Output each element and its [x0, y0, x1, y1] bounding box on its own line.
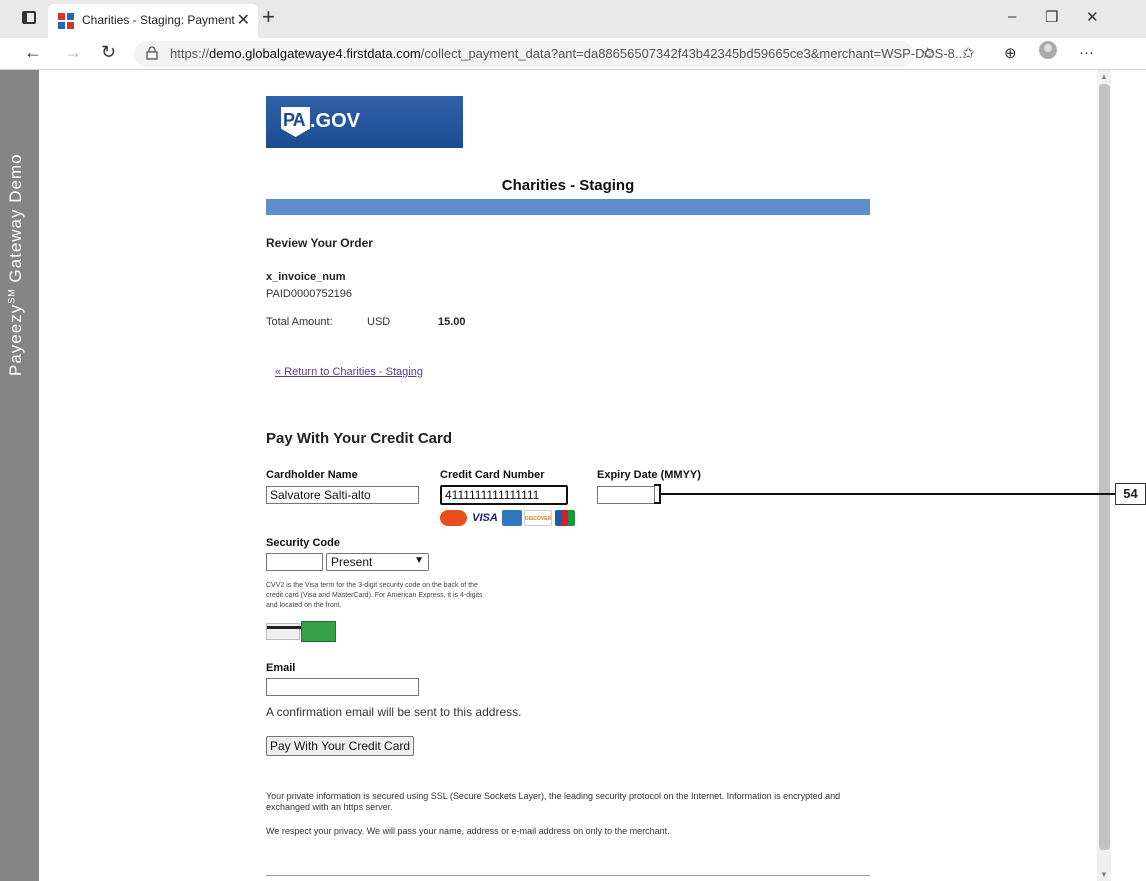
address-bar-row: ← → ↻ https://demo.globalgatewaye4.first…: [0, 38, 1146, 70]
close-window-button[interactable]: ✕: [1086, 8, 1099, 26]
tab-close-icon[interactable]: ✕: [237, 10, 250, 30]
security-code-label: Security Code: [266, 537, 340, 549]
total-value: 15.00: [438, 316, 466, 328]
security-presence-select[interactable]: Present ▼: [326, 553, 429, 571]
invoice-value: PAID0000752196: [266, 288, 353, 300]
lock-icon[interactable]: [146, 46, 158, 60]
back-button[interactable]: ←: [24, 42, 42, 63]
favorites-icon[interactable]: ✩: [962, 44, 975, 62]
add-favorite-icon[interactable]: ☆: [921, 44, 934, 62]
pa-gov-logo: PA .GOV: [266, 96, 463, 148]
privacy-merchant-text: We respect your privacy. We will pass yo…: [266, 826, 670, 836]
logo-gov-text: .GOV: [310, 110, 361, 132]
annotation-line: [661, 493, 1115, 495]
rail-title: PayeezySM Gateway Demo: [6, 153, 25, 376]
card-back-image: [266, 623, 301, 640]
card-logos: VISA DISCOVER: [440, 510, 576, 528]
new-tab-button[interactable]: +: [262, 4, 275, 30]
cvv-help-text: CVV2 is the Visa term for the 3-digit se…: [266, 582, 483, 609]
tab-actions-icon[interactable]: [22, 11, 36, 24]
mastercard-icon: [440, 510, 467, 526]
url-text[interactable]: https://demo.globalgatewaye4.firstdata.c…: [170, 46, 966, 61]
email-note: A confirmation email will be sent to thi…: [266, 705, 522, 719]
total-currency: USD: [367, 316, 391, 328]
forward-button[interactable]: →: [64, 42, 82, 63]
reload-button[interactable]: ↻: [101, 42, 116, 63]
gateway-rail: PayeezySM Gateway Demo: [0, 70, 39, 881]
annotation-label: 54: [1115, 483, 1146, 505]
tab-title: Charities - Staging: Payment: [82, 13, 235, 27]
tab-active[interactable]: Charities - Staging: Payment ✕: [48, 4, 258, 38]
header-bar: [266, 199, 870, 215]
tab-bar: Charities - Staging: Payment ✕ + – ❐ ✕: [0, 0, 1146, 38]
restore-button[interactable]: ❐: [1045, 8, 1058, 26]
footer-divider: [266, 875, 870, 876]
email-label: Email: [266, 662, 296, 674]
favicon-icon: [58, 13, 74, 29]
card-front-image: [301, 621, 336, 642]
privacy-ssl-text: Your private information is secured usin…: [266, 791, 841, 812]
scrollbar-thumb[interactable]: [1099, 84, 1110, 850]
total-label: Total Amount:: [266, 316, 333, 328]
address-bar[interactable]: https://demo.globalgatewaye4.firstdata.c…: [134, 41, 966, 67]
minimize-button[interactable]: –: [1008, 8, 1016, 25]
collections-icon[interactable]: ⊕: [1004, 44, 1017, 62]
scroll-down-icon[interactable]: ▼: [1100, 870, 1108, 879]
expiry-input[interactable]: [597, 486, 655, 504]
cc-number-input[interactable]: 4111111111111111: [440, 485, 568, 505]
amex-icon: [502, 510, 522, 526]
profile-avatar[interactable]: [1039, 41, 1057, 59]
pay-button[interactable]: Pay With Your Credit Card: [266, 736, 414, 756]
merchant-title: Charities - Staging: [501, 177, 635, 194]
more-menu-button[interactable]: ···: [1079, 44, 1094, 61]
jcb-icon: [555, 510, 575, 526]
pay-heading: Pay With Your Credit Card: [266, 430, 453, 447]
cc-number-label: Credit Card Number: [440, 469, 545, 481]
cardholder-label: Cardholder Name: [266, 469, 358, 481]
discover-icon: DISCOVER: [524, 510, 552, 526]
logo-pa-text: PA: [283, 110, 306, 130]
return-link[interactable]: « Return to Charities - Staging: [275, 366, 423, 378]
cardholder-input[interactable]: Salvatore Salti-alto: [266, 486, 419, 504]
expiry-label: Expiry Date (MMYY): [597, 469, 701, 481]
invoice-label: x_invoice_num: [266, 271, 346, 283]
security-presence-value: Present: [331, 555, 373, 569]
review-heading: Review Your Order: [266, 236, 373, 250]
security-code-input[interactable]: [266, 553, 323, 571]
visa-icon: VISA: [470, 510, 500, 526]
scroll-up-icon[interactable]: ▲: [1100, 72, 1108, 81]
annotation-bracket: [654, 484, 661, 504]
chevron-down-icon: ▼: [414, 555, 424, 566]
email-input[interactable]: [266, 678, 419, 696]
